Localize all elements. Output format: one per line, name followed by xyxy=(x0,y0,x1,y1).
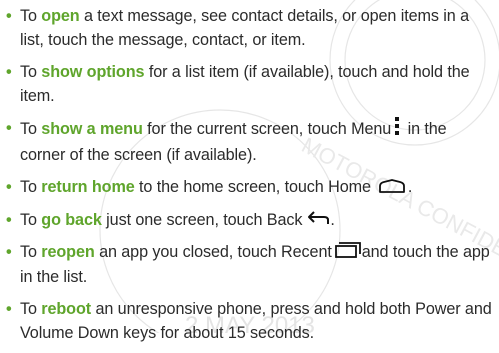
bullet: • xyxy=(6,119,12,137)
tip-open: • To open a text message, see contact det… xyxy=(0,4,499,52)
tip-keyword: reboot xyxy=(41,300,92,319)
home-icon xyxy=(378,176,405,200)
bullet: • xyxy=(6,7,12,25)
tip-keyword: open xyxy=(41,7,80,25)
tip-text: an app you closed, touch Recent xyxy=(94,243,332,262)
tip-text: just one screen, touch Back xyxy=(101,210,303,229)
tip-reboot: • To reboot an unresponsive phone, press … xyxy=(0,297,499,345)
tip-prefix: To xyxy=(20,119,42,138)
recent-apps-icon xyxy=(334,241,361,265)
tips-list: • To open a text message, see contact det… xyxy=(0,4,499,353)
tip-prefix: To xyxy=(20,63,42,81)
bullet: • xyxy=(6,63,12,81)
bullet: • xyxy=(6,210,12,229)
bullet: • xyxy=(6,300,12,319)
tip-show-options: • To show options for a list item (if ava… xyxy=(0,60,499,108)
tip-show-menu: • To show a menu for the current screen, … xyxy=(0,116,499,167)
tip-reopen: • To reopen an app you closed, touch Rece… xyxy=(0,240,499,289)
tip-text-end: . xyxy=(407,178,413,196)
tip-keyword: reopen xyxy=(41,243,95,262)
tip-prefix: To xyxy=(20,7,42,25)
tip-text: an unresponsive phone, press and hold bo… xyxy=(20,300,492,343)
tip-text: for the current screen, touch Menu xyxy=(142,119,392,138)
tip-keyword: show a menu xyxy=(41,119,143,138)
tip-text-end: . xyxy=(330,210,335,229)
tip-prefix: To xyxy=(20,210,42,229)
tip-return-home: • To return home to the home screen, touc… xyxy=(0,175,499,200)
tip-text: a text message, see contact details, or … xyxy=(20,7,469,49)
tip-prefix: To xyxy=(20,243,42,262)
tip-go-back: • To go back just one screen, touch Back. xyxy=(0,208,499,233)
tip-text: to the home screen, touch Home xyxy=(134,178,371,196)
menu-icon xyxy=(394,116,400,143)
tip-prefix: To xyxy=(20,178,42,196)
tip-keyword: go back xyxy=(41,210,102,229)
bullet: • xyxy=(6,243,12,262)
tip-keyword: return home xyxy=(41,178,135,196)
tip-keyword: show options xyxy=(41,63,145,81)
tip-prefix: To xyxy=(20,300,42,319)
back-icon xyxy=(306,208,330,232)
bullet: • xyxy=(6,178,12,196)
